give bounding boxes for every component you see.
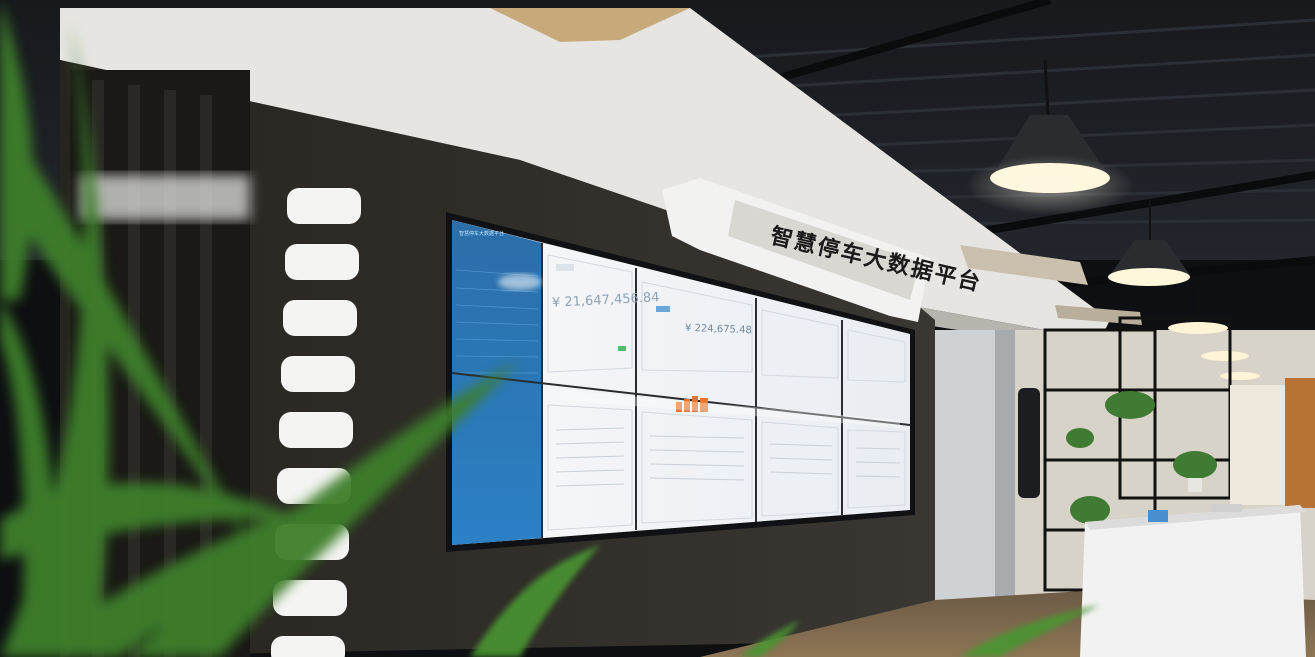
plant-pot	[1188, 478, 1202, 492]
pendant-lamp-3	[1168, 290, 1228, 334]
tab-chip	[556, 264, 574, 271]
desk-item	[1148, 510, 1168, 522]
wall-device	[1018, 388, 1040, 498]
desk-item-2	[1210, 504, 1242, 512]
pillar-shadow	[995, 330, 1015, 620]
scene-svg	[0, 0, 1315, 657]
screen-glare	[498, 274, 542, 290]
green-chip	[618, 346, 626, 351]
photo-scene: 智慧停车大数据平台 智慧停车大数据平台 ¥ 21,647,456.84 ¥ 22…	[0, 0, 1315, 657]
bright-doorway	[1230, 385, 1285, 505]
blue-chip	[656, 306, 670, 312]
wood-door	[1285, 378, 1315, 508]
